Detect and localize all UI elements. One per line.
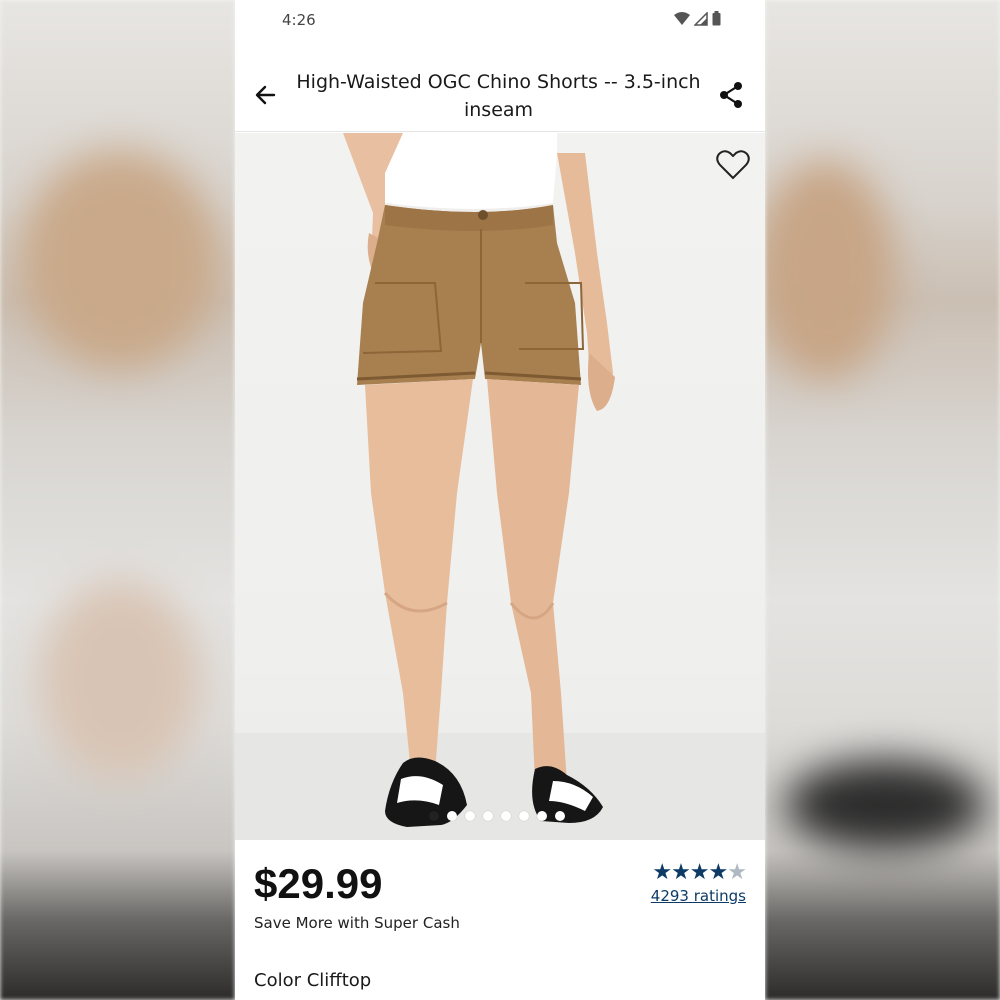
battery-icon: [712, 11, 721, 26]
gallery-dot-5[interactable]: [501, 811, 511, 821]
arrow-left-icon: [255, 85, 276, 105]
background-right: [765, 0, 1000, 1000]
gallery-dot-3[interactable]: [465, 811, 475, 821]
background-left: [0, 0, 235, 1000]
gallery-pagination: [429, 811, 565, 821]
share-button[interactable]: [717, 80, 745, 110]
gallery-dot-6[interactable]: [519, 811, 529, 821]
promo-text: Save More with Super Cash: [254, 914, 460, 932]
signal-icon: [694, 11, 708, 26]
product-image-gallery[interactable]: [235, 133, 765, 840]
back-button[interactable]: [253, 82, 279, 108]
gallery-dot-8[interactable]: [555, 811, 565, 821]
product-photo: [235, 133, 765, 840]
star-rating: ★★★★★: [651, 860, 747, 885]
favorite-button[interactable]: [715, 147, 751, 183]
app-header: High-Waisted OGC Chino Shorts -- 3.5-inc…: [235, 60, 765, 132]
product-price: $29.99: [254, 860, 383, 907]
ratings-link[interactable]: 4293 ratings: [651, 887, 746, 905]
status-time: 4:26: [282, 11, 316, 29]
share-icon: [720, 82, 742, 108]
page-title: High-Waisted OGC Chino Shorts -- 3.5-inc…: [296, 71, 701, 121]
half-star-icon: ★: [727, 860, 747, 885]
star-icon: ★: [671, 860, 691, 885]
gallery-dot-4[interactable]: [483, 811, 493, 821]
status-bar: 4:26: [235, 0, 765, 40]
star-icon: ★: [708, 860, 729, 885]
phone-screen: 4:26 High-Waisted OGC Chino Shorts -- 3.…: [235, 0, 765, 1000]
star-icon: ★: [652, 860, 672, 885]
color-label: Color Clifftop: [254, 970, 372, 991]
star-icon: ★: [689, 860, 710, 885]
status-icons: [674, 11, 721, 26]
gallery-dot-1[interactable]: [429, 811, 439, 821]
product-info: $29.99 Save More with Super Cash ★★★★★ 4…: [235, 840, 765, 1000]
rating-summary: ★★★★★ 4293 ratings: [651, 860, 747, 905]
wifi-icon: [674, 11, 690, 25]
heart-outline-icon: [716, 150, 750, 180]
gallery-dot-2[interactable]: [447, 811, 457, 821]
gallery-dot-7[interactable]: [537, 811, 547, 821]
